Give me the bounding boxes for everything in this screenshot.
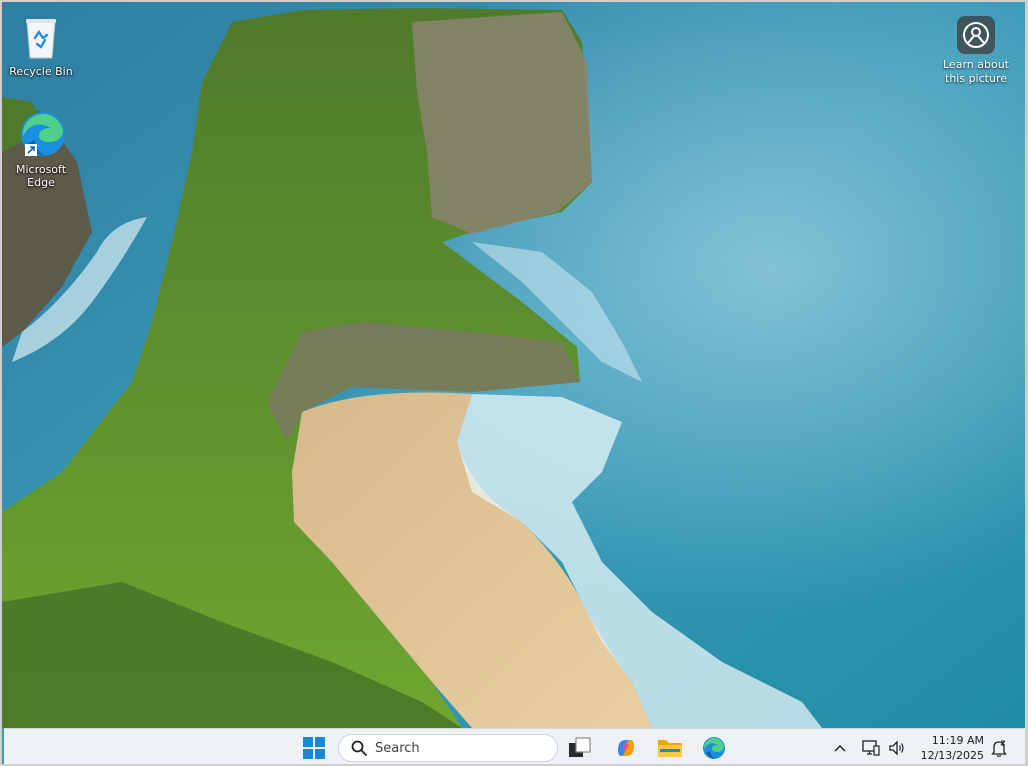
edge-icon (703, 737, 725, 759)
volume-button[interactable] (886, 733, 908, 763)
edge-icon (4, 110, 78, 161)
folder-icon (658, 740, 682, 757)
start-button[interactable] (298, 733, 330, 763)
learn-about-this-picture[interactable]: Learn about this picture (934, 16, 1018, 86)
copilot-button[interactable] (610, 733, 642, 763)
search-placeholder: Search (375, 740, 420, 756)
volume-icon (889, 740, 904, 756)
desktop-icon-recycle-bin[interactable]: Recycle Bin (4, 14, 78, 78)
clock-date: 12/13/2025 (920, 749, 984, 762)
taskbar: Search 11:19 AM 12/13/2025 (4, 728, 1025, 764)
desktop-icon-microsoft-edge[interactable]: Microsoft Edge (4, 110, 78, 189)
desktop-icon-label: Recycle Bin (9, 65, 73, 78)
learn-about-line2: this picture (945, 72, 1007, 85)
learn-about-line1: Learn about (943, 58, 1009, 71)
edge-taskbar-button[interactable] (698, 733, 730, 763)
recycle-bin-icon (4, 14, 78, 63)
windows-start-icon (303, 737, 325, 759)
clock-time: 11:19 AM (931, 734, 984, 747)
chevron-up-icon (834, 744, 846, 752)
network-icon (862, 740, 880, 756)
clock[interactable]: 11:19 AM 12/13/2025 (912, 733, 984, 763)
camera-lens-icon (957, 16, 995, 54)
show-hidden-icons-button[interactable] (830, 733, 850, 763)
desktop-icon-label-line2: Edge (27, 176, 55, 189)
task-view-button[interactable] (564, 733, 596, 763)
desktop-icon-label-line1: Microsoft (15, 163, 67, 176)
desktop-screen: Recycle Bin Microsoft Edge Learn about t… (0, 0, 1028, 766)
network-button[interactable] (860, 733, 882, 763)
copilot-icon (618, 740, 634, 756)
file-explorer-button[interactable] (654, 733, 686, 763)
search-icon (351, 740, 367, 756)
desktop-wallpaper (2, 2, 1025, 764)
notification-bell-icon (991, 740, 1007, 757)
taskbar-search-box[interactable]: Search (338, 734, 558, 762)
task-view-icon (569, 737, 591, 757)
notification-button[interactable] (988, 733, 1010, 763)
